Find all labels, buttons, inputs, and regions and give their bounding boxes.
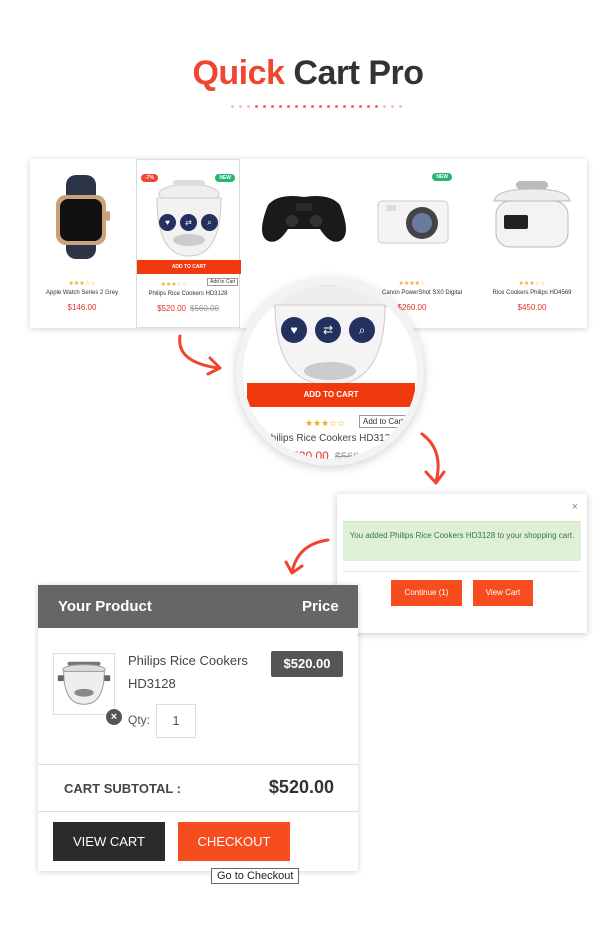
product-card[interactable]: ★★★☆☆ Rice Cookers Philips HD4569 $450.0… (480, 159, 584, 328)
close-icon[interactable]: × (572, 501, 578, 513)
product-card-hover[interactable]: -7% NEW ♥ ⇄ ⌕ ADD TO CART ★★★☆☆ Add to C… (136, 159, 241, 328)
product-name[interactable]: Apple Watch Series 2 Grey (30, 290, 134, 296)
title-quick: Quick (192, 54, 285, 92)
compare-shuffle-icon[interactable]: ⇄ (180, 214, 197, 231)
wishlist-heart-icon[interactable]: ♥ (159, 214, 176, 231)
wishlist-heart-icon[interactable]: ♥ (281, 317, 307, 343)
quickview-search-icon[interactable]: ⌕ (349, 317, 375, 343)
rating-stars: ★★★☆☆ (68, 281, 96, 287)
page-title: Quick Cart Pro (0, 54, 616, 93)
curved-arrow-icon (284, 538, 330, 575)
column-product-header: Your Product (58, 598, 152, 615)
added-to-cart-popup: × You added Philips Rice Cookers HD3128 … (337, 494, 587, 633)
rating-stars: ★★★☆☆ (518, 281, 546, 287)
curved-arrow-icon (178, 334, 222, 376)
gamepad-image (262, 196, 346, 242)
cart-item-price: $520.00 (271, 651, 343, 677)
cart-item-name[interactable]: Philips Rice Cookers HD3128 (128, 649, 268, 695)
camera-image (377, 200, 449, 244)
zoom-magnifier: ♥ ⇄ ⌕ ADD TO CART ★★★☆☆ Add to Cart Phil… (236, 278, 424, 466)
product-price: $520.00 $560.00 (285, 449, 375, 463)
qty-input[interactable]: 1 (156, 704, 196, 738)
add-to-cart-tooltip: Add to Cart (207, 278, 239, 286)
qty-label: Qty: (128, 713, 151, 727)
column-price-header: Price (302, 598, 339, 615)
compare-shuffle-icon[interactable]: ⇄ (315, 317, 341, 343)
hover-actions: ♥ ⇄ ⌕ (281, 317, 375, 343)
hover-actions: ♥ ⇄ ⌕ (159, 214, 218, 231)
product-name[interactable]: Philips Rice Cookers HD3128 (243, 433, 417, 444)
title-divider-dots (231, 105, 402, 108)
product-price: $146.00 (67, 303, 97, 312)
add-to-cart-button-zoom[interactable]: ADD TO CART (247, 383, 415, 407)
add-to-cart-button[interactable]: ADD TO CART (137, 260, 241, 274)
quickview-search-icon[interactable]: ⌕ (201, 214, 218, 231)
divider (343, 571, 581, 572)
divider (38, 764, 358, 765)
subtotal-label: CART SUBTOTAL : (64, 781, 181, 796)
product-card[interactable]: ★★★☆☆ Apple Watch Series 2 Grey $146.00 (30, 159, 134, 328)
multicooker-image (493, 181, 571, 248)
view-cart-button[interactable]: View Cart (473, 580, 533, 606)
product-price: $520.00 $560.00 (157, 304, 219, 313)
curved-arrow-icon (420, 432, 446, 485)
title-cart-pro: Cart Pro (293, 54, 424, 92)
cart-item-thumbnail[interactable] (53, 653, 115, 715)
add-to-cart-tooltip: Add to Cart (359, 415, 408, 428)
continue-button[interactable]: Continue (1) (391, 580, 462, 606)
cart-header: Your Product Price (38, 585, 358, 628)
checkout-button[interactable]: CHECKOUT (178, 822, 290, 861)
product-name[interactable]: Philips Rice Cookers HD3128 (137, 291, 239, 297)
mini-cart-panel: Your Product Price × Philips Rice Cooker… (38, 585, 358, 871)
success-message: You added Philips Rice Cookers HD3128 to… (343, 521, 581, 561)
remove-item-icon[interactable]: × (106, 709, 122, 725)
rating-stars: ★★★☆☆ (305, 418, 346, 428)
subtotal-value: $520.00 (268, 777, 334, 797)
checkout-tooltip: Go to Checkout (211, 868, 300, 884)
product-price: $450.00 (517, 303, 547, 312)
view-cart-button[interactable]: VIEW CART (53, 822, 165, 861)
divider (38, 811, 358, 812)
product-name[interactable]: Rice Cookers Philips HD4569 (480, 290, 584, 296)
apple-watch-image (56, 175, 110, 259)
page: { "header": {"title_part1": "Quick", "ti… (0, 0, 616, 945)
